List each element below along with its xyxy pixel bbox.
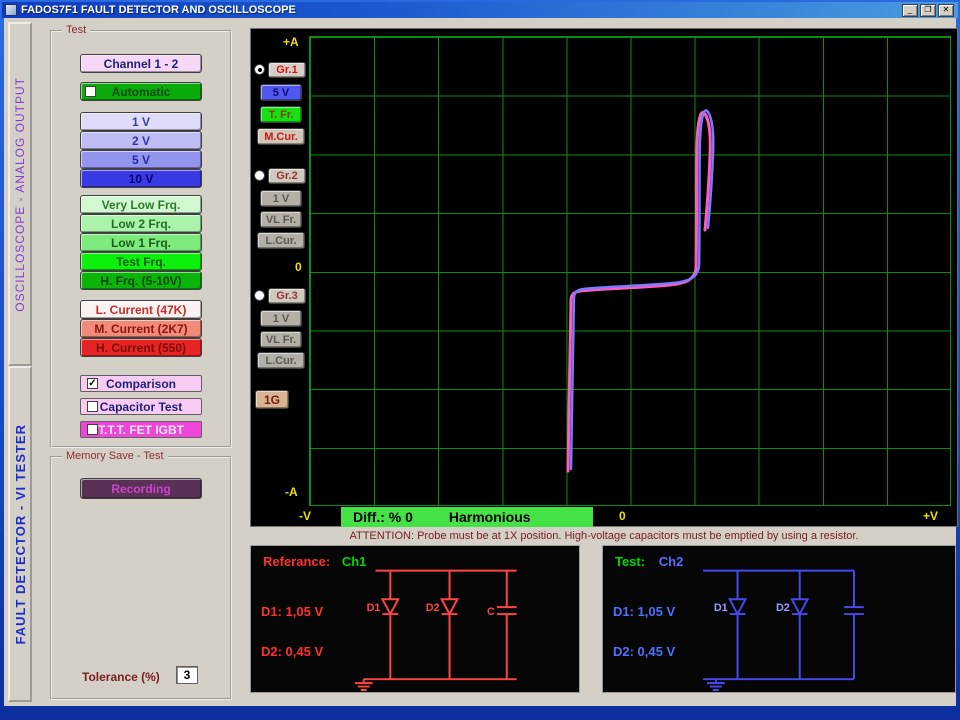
current-high-button[interactable]: H. Current (550) <box>80 338 202 357</box>
current-low-button[interactable]: L. Current (47K) <box>80 300 202 319</box>
test-circuit-diagram: D1 D2 <box>603 546 955 692</box>
memory-save-groupbox: Memory Save - Test Recording Tolerance (… <box>50 456 232 700</box>
voltage-5v-button[interactable]: 5 V <box>80 150 202 169</box>
capacitor-test-checkbox[interactable] <box>87 401 98 412</box>
vi-curve-display <box>251 29 959 528</box>
capacitor-test-label: Capacitor Test <box>100 400 182 414</box>
reference-circuit-diagram: D1 D2 C <box>251 546 579 692</box>
capacitor-test-checkbox-row[interactable]: Capacitor Test <box>80 398 202 415</box>
tab-fault-detector-vi-tester[interactable]: FAULT DETECTOR - VI TESTER <box>8 366 32 702</box>
automatic-button[interactable]: Automatic <box>80 82 202 101</box>
test-groupbox: Test Channel 1 - 2 Automatic 1 V 2 V 5 V… <box>50 30 232 448</box>
comparison-label: Comparison <box>106 377 176 391</box>
app-window: FADOS7F1 FAULT DETECTOR AND OSCILLOSCOPE… <box>2 2 958 708</box>
status-bar: Diff.: % 0 Harmonious <box>341 507 593 527</box>
reference-trace <box>568 112 710 471</box>
comparison-checkbox-checked-icon[interactable] <box>87 378 98 389</box>
tab-oscilloscope-analog-output[interactable]: OSCILLOSCOPE - ANALOG OUTPUT <box>8 22 32 366</box>
channel-1-2-button[interactable]: Channel 1 - 2 <box>80 54 202 73</box>
voltage-1v-button[interactable]: 1 V <box>80 112 202 131</box>
freq-very-low-button[interactable]: Very Low Frq. <box>80 195 202 214</box>
attention-text: ATTENTION: Probe must be at 1X position.… <box>250 530 958 542</box>
automatic-checkbox[interactable] <box>85 86 96 97</box>
ttt-fet-igbt-label: T.T.T. FET IGBT <box>98 423 184 437</box>
oscilloscope-panel: +A 0 -A -V 0 +V Gr.1 5 V T. Fr. M.Cur. G… <box>250 28 958 527</box>
reference-d2-component-label: D2 <box>426 602 440 614</box>
reference-panel: Referance: Ch1 D1: 1,05 V D2: 0,45 V <box>250 545 580 693</box>
ttt-fet-igbt-checkbox-row[interactable]: T.T.T. FET IGBT <box>80 421 202 438</box>
maximize-button[interactable]: ❐ <box>920 4 936 17</box>
comparison-checkbox-row[interactable]: Comparison <box>80 375 202 392</box>
freq-high-button[interactable]: H. Frq. (5-10V) <box>80 271 202 290</box>
tolerance-input[interactable]: 3 <box>176 666 198 684</box>
title-bar[interactable]: FADOS7F1 FAULT DETECTOR AND OSCILLOSCOPE… <box>2 2 958 18</box>
freq-test-button[interactable]: Test Frq. <box>80 252 202 271</box>
memory-group-label: Memory Save - Test <box>62 450 168 462</box>
close-button[interactable]: ✕ <box>938 4 954 17</box>
test-result-panel: Test: Ch2 D1: 1,05 V D2: 0,45 V <box>602 545 956 693</box>
tolerance-label: Tolerance (%) <box>82 670 160 684</box>
app-icon <box>5 4 17 16</box>
voltage-10v-button[interactable]: 10 V <box>80 169 202 188</box>
recording-button[interactable]: Recording <box>80 478 202 499</box>
tab-oscilloscope-label: OSCILLOSCOPE - ANALOG OUTPUT <box>13 77 27 312</box>
tab-fault-label: FAULT DETECTOR - VI TESTER <box>13 424 28 645</box>
freq-low1-button[interactable]: Low 1 Frq. <box>80 233 202 252</box>
test-group-label: Test <box>62 24 90 36</box>
reference-d1-component-label: D1 <box>367 602 381 614</box>
window-title: FADOS7F1 FAULT DETECTOR AND OSCILLOSCOPE <box>21 4 902 16</box>
harmonious-status: Harmonious <box>449 509 531 525</box>
ttt-fet-igbt-checkbox[interactable] <box>87 424 98 435</box>
test-d2-component-label: D2 <box>776 602 790 614</box>
current-medium-button[interactable]: M. Current (2K7) <box>80 319 202 338</box>
voltage-2v-button[interactable]: 2 V <box>80 131 202 150</box>
client-area: OSCILLOSCOPE - ANALOG OUTPUT FAULT DETEC… <box>4 18 956 706</box>
minimize-button[interactable]: _ <box>902 4 918 17</box>
automatic-label: Automatic <box>112 85 171 99</box>
test-d1-component-label: D1 <box>714 602 728 614</box>
freq-low2-button[interactable]: Low 2 Frq. <box>80 214 202 233</box>
diff-value: Diff.: % 0 <box>353 509 413 525</box>
reference-cap-component-label: C <box>487 606 495 618</box>
